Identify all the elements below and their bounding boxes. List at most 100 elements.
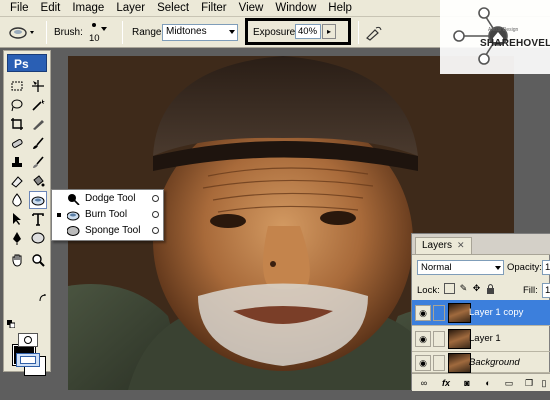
- blend-mode-select[interactable]: Normal: [417, 260, 504, 275]
- range-select-value: Midtones: [166, 26, 207, 37]
- lock-all-icon[interactable]: [485, 283, 496, 294]
- menu-layer[interactable]: Layer: [110, 2, 151, 14]
- history-brush-tool[interactable]: [29, 153, 47, 171]
- separator: [122, 21, 123, 44]
- new-layer-icon[interactable]: ❐: [523, 377, 535, 389]
- menu-edit[interactable]: Edit: [35, 2, 67, 14]
- menu-window[interactable]: Window: [269, 2, 322, 14]
- group-folder-icon[interactable]: ▭: [503, 377, 515, 389]
- menu-image[interactable]: Image: [66, 2, 110, 14]
- move-tool[interactable]: [29, 77, 47, 95]
- link-layers-icon[interactable]: ∞: [418, 377, 430, 389]
- lock-image-icon[interactable]: ✎: [458, 283, 469, 294]
- menu-help[interactable]: Help: [322, 2, 358, 14]
- menu-filter[interactable]: Filter: [195, 2, 233, 14]
- lock-transparency-icon[interactable]: [444, 283, 455, 294]
- fill-input[interactable]: 10: [542, 283, 550, 298]
- flyout-item-sponge[interactable]: Sponge Tool: [52, 223, 163, 239]
- shortcut-circle-icon: [152, 211, 159, 218]
- paint-bucket-tool[interactable]: [29, 172, 47, 190]
- link-slot[interactable]: [433, 331, 445, 347]
- fill-label: Fill:: [523, 285, 538, 296]
- layer-thumbnail: [448, 303, 471, 323]
- pen-tool[interactable]: [8, 229, 26, 247]
- zoom-tool[interactable]: [29, 251, 47, 269]
- link-slot[interactable]: [433, 355, 445, 371]
- layer-mask-icon[interactable]: ◙: [461, 377, 473, 389]
- marquee-tool[interactable]: [8, 77, 26, 95]
- layer-name: Layer 1: [469, 333, 501, 344]
- flyout-label: Sponge Tool: [85, 225, 141, 236]
- flyout-item-burn[interactable]: Burn Tool: [52, 207, 163, 223]
- layer-row-layer-1[interactable]: ◉ Layer 1: [412, 326, 550, 352]
- burn-tool-preset-icon: [9, 26, 34, 39]
- layer-row-layer-1-copy[interactable]: ◉ Layer 1 copy: [412, 300, 550, 326]
- history-brush-icon: [33, 156, 44, 168]
- range-select[interactable]: Midtones: [162, 24, 238, 41]
- opacity-input[interactable]: 10: [542, 260, 550, 275]
- flyout-label: Dodge Tool: [85, 193, 136, 204]
- exposure-highlight-box: [245, 18, 351, 45]
- menu-file[interactable]: File: [4, 2, 35, 14]
- blur-tool[interactable]: [8, 191, 26, 209]
- watermark-caption: Alessi Design: [488, 27, 519, 33]
- eye-icon[interactable]: ◉: [415, 331, 431, 347]
- default-colors-icon: [7, 320, 16, 329]
- magic-wand-tool[interactable]: [29, 96, 47, 114]
- layer-thumbnail: [448, 329, 471, 349]
- quick-mask-button[interactable]: [18, 333, 38, 347]
- trash-icon[interactable]: ▯: [538, 377, 550, 389]
- eraser-tool[interactable]: [8, 172, 26, 190]
- healing-brush-tool[interactable]: [8, 134, 26, 152]
- ps-logo[interactable]: Ps: [7, 54, 47, 72]
- layer-style-icon[interactable]: fx: [440, 377, 452, 389]
- screen-mode-button[interactable]: [16, 353, 40, 367]
- slice-tool[interactable]: [29, 115, 47, 133]
- bandage-icon: [11, 139, 23, 148]
- path-selection-tool[interactable]: [8, 210, 26, 228]
- shape-tool[interactable]: [29, 229, 47, 247]
- adjustment-layer-icon[interactable]: ◐: [482, 377, 494, 389]
- menu-select[interactable]: Select: [151, 2, 195, 14]
- swap-colors-button[interactable]: [38, 293, 48, 303]
- layers-panel-tabs: Layers ✕: [412, 234, 550, 255]
- lasso-tool[interactable]: [8, 96, 26, 114]
- padlock-icon: [487, 284, 494, 294]
- dodge-icon: [68, 194, 80, 205]
- flyout-item-dodge[interactable]: Dodge Tool: [52, 191, 163, 207]
- tool-preset-picker[interactable]: [8, 17, 36, 48]
- tab-layers[interactable]: Layers ✕: [415, 237, 472, 254]
- airbrush-toggle[interactable]: [365, 25, 383, 41]
- burn-icon: [31, 196, 45, 206]
- type-icon: [32, 213, 44, 226]
- default-colors-button[interactable]: [7, 319, 16, 329]
- lock-position-icon[interactable]: ✥: [471, 283, 482, 294]
- close-icon[interactable]: ✕: [457, 240, 465, 250]
- magnifier-icon: [32, 254, 45, 267]
- eye-icon[interactable]: ◉: [415, 305, 431, 321]
- eye-icon[interactable]: ◉: [415, 355, 431, 371]
- brush-tool[interactable]: [29, 134, 47, 152]
- hand-icon: [12, 254, 22, 267]
- crop-tool[interactable]: [8, 115, 26, 133]
- clone-stamp-tool[interactable]: [8, 153, 26, 171]
- hand-tool[interactable]: [8, 251, 26, 269]
- marquee-icon: [11, 81, 23, 91]
- layer-name: Layer 1 copy: [469, 307, 524, 318]
- watermark-brand: SHAREHOVEL: [480, 38, 550, 49]
- brush-picker[interactable]: 10: [85, 21, 107, 45]
- range-label: Range:: [132, 27, 165, 38]
- chevron-down-icon: [229, 30, 235, 34]
- path-selection-icon: [13, 213, 21, 225]
- flyout-label: Burn Tool: [85, 209, 128, 220]
- layer-thumbnail: [448, 353, 471, 373]
- stamp-icon: [12, 157, 22, 167]
- brush-tip-icon: [92, 23, 96, 27]
- burn-tool-slot[interactable]: [29, 191, 47, 209]
- type-tool[interactable]: [29, 210, 47, 228]
- chevron-down-icon: [495, 266, 501, 270]
- menu-view[interactable]: View: [233, 2, 270, 14]
- link-slot[interactable]: [433, 305, 445, 321]
- blur-drop-icon: [12, 193, 22, 207]
- layer-row-background[interactable]: ◉ Background: [412, 352, 550, 373]
